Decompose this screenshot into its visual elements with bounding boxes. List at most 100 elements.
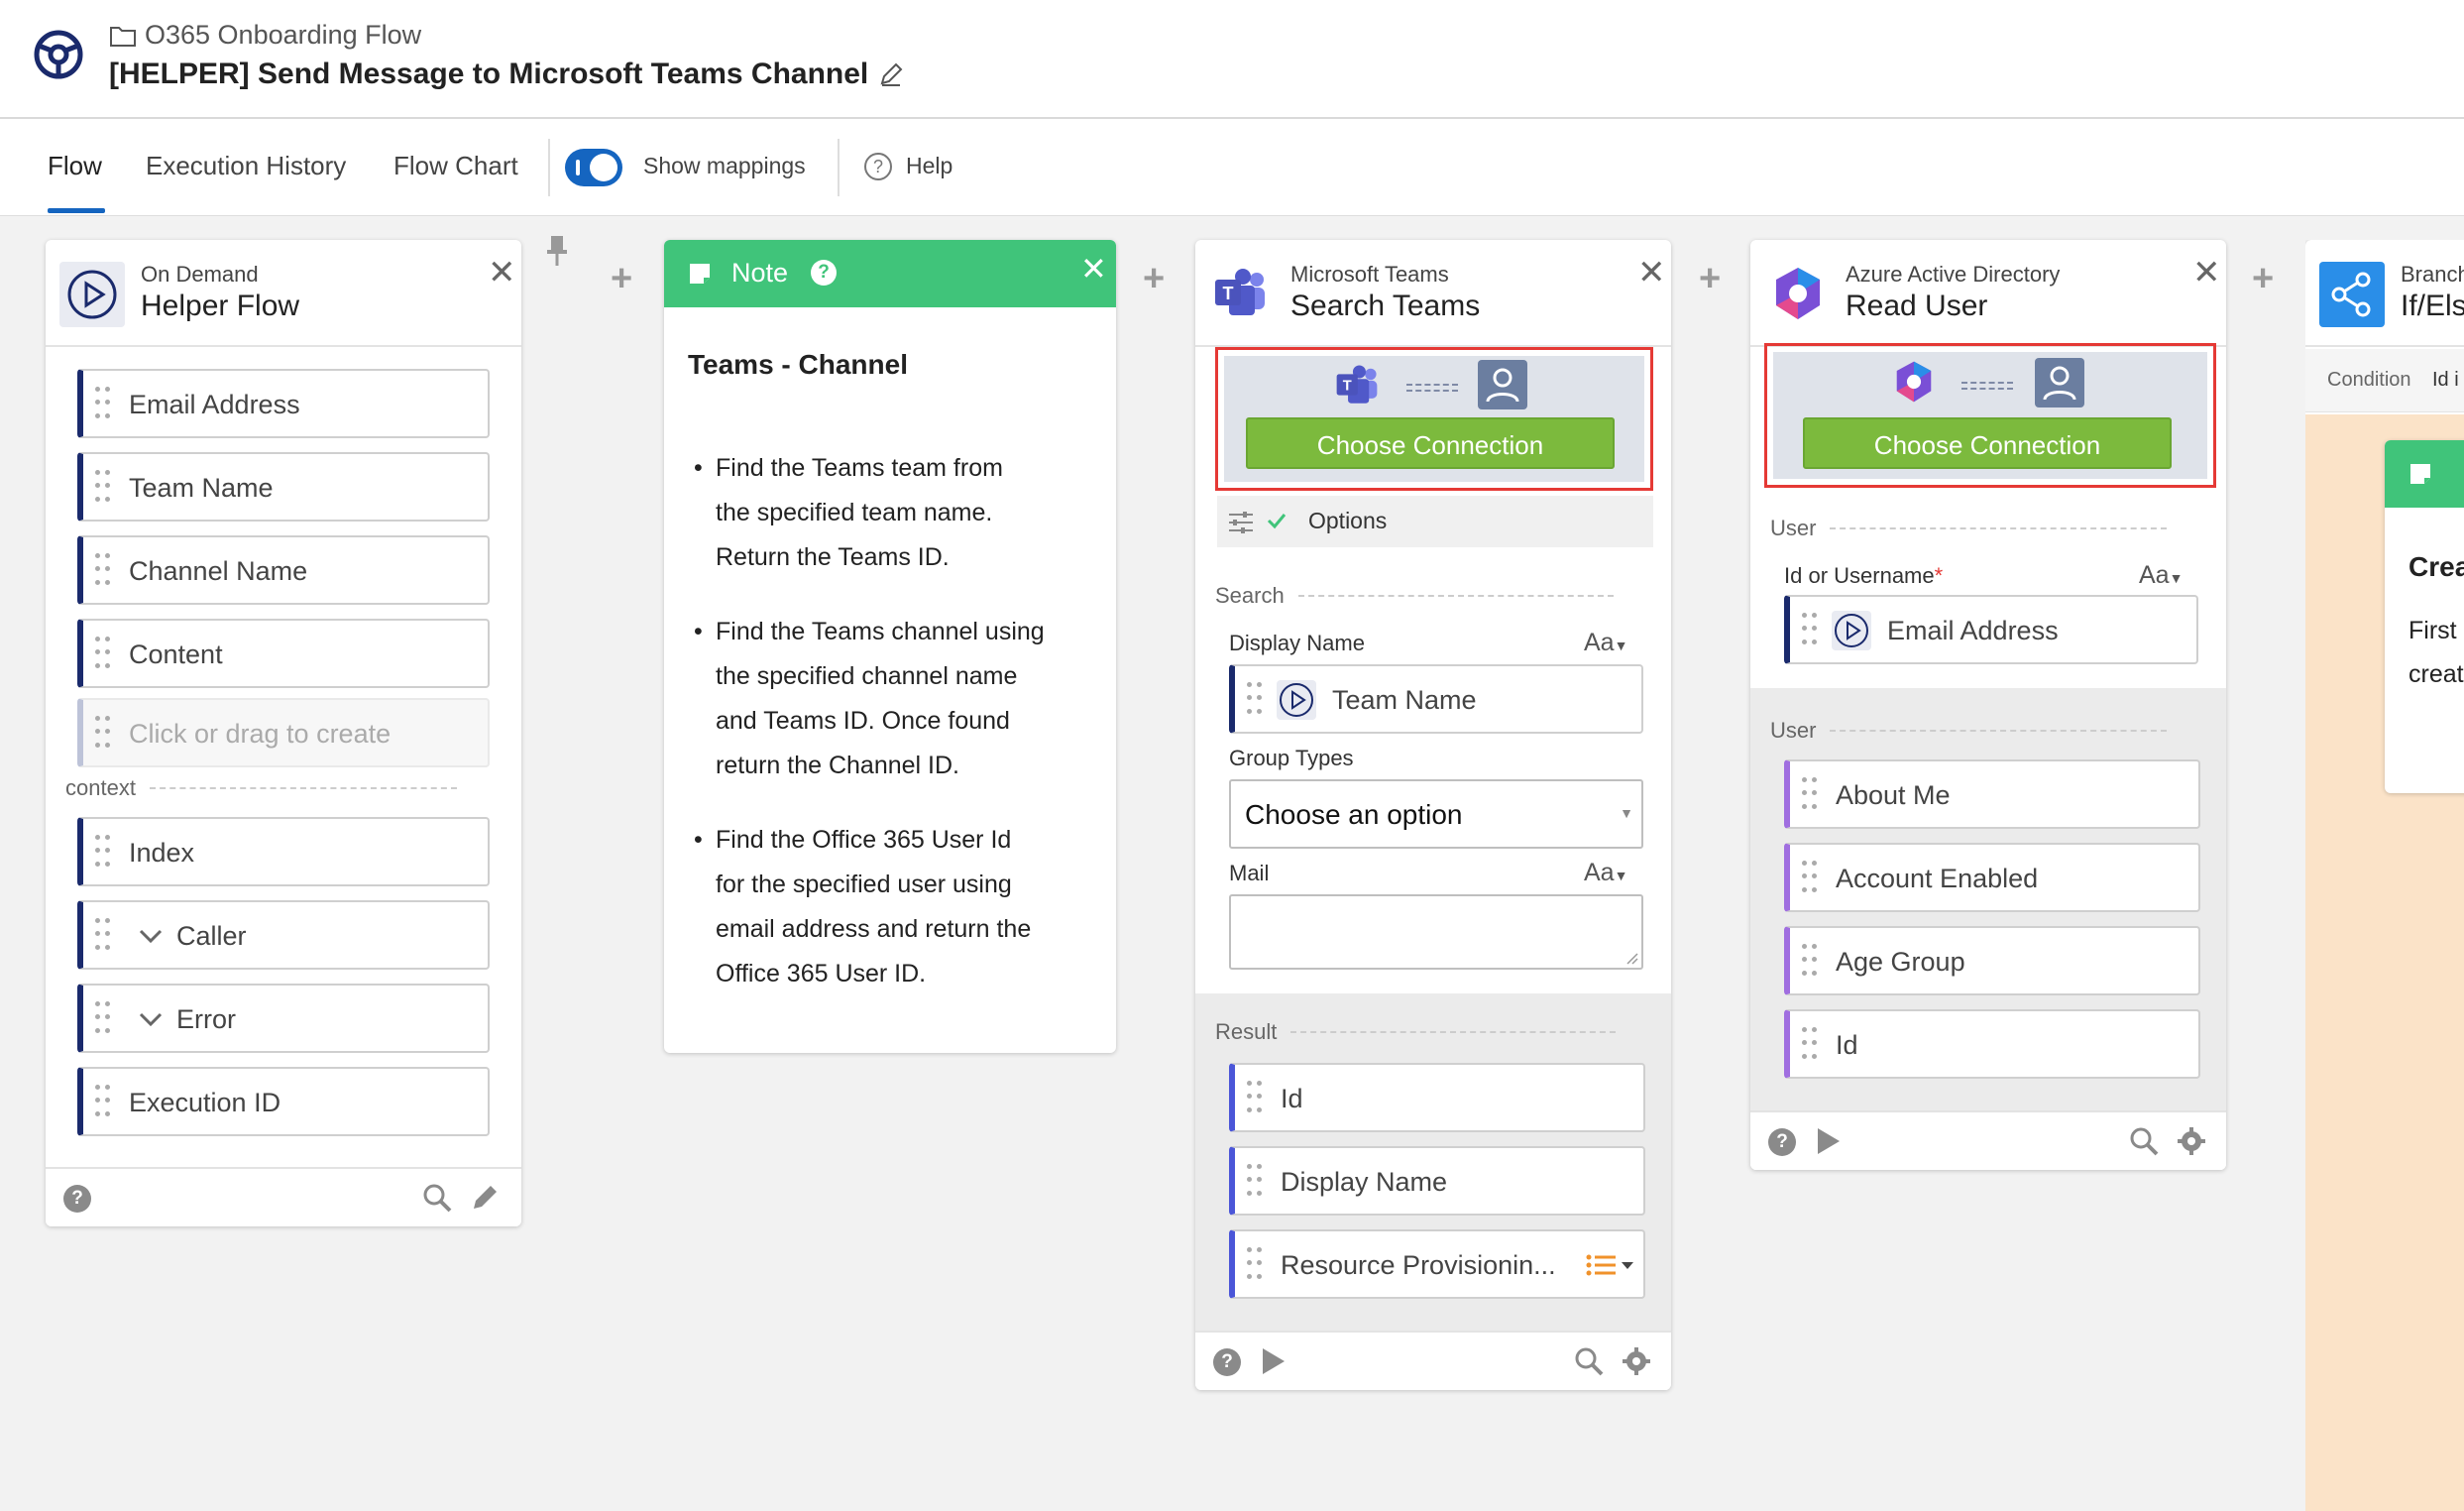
output-field[interactable]: Account Enabled <box>1784 843 2200 912</box>
note-bullet: • Find the Teams team from the specified… <box>694 446 1102 580</box>
close-icon[interactable]: ✕ <box>1637 256 1666 290</box>
context-field[interactable]: Execution ID <box>77 1067 490 1136</box>
drag-handle-icon[interactable] <box>1802 1027 1818 1063</box>
display-name-field[interactable]: Team Name <box>1229 664 1643 734</box>
nested-note-header <box>2385 440 2464 508</box>
mail-textarea[interactable] <box>1229 894 1643 970</box>
pin-icon[interactable] <box>543 234 571 268</box>
note-icon <box>690 264 710 284</box>
output-field[interactable]: About Me <box>1784 759 2200 829</box>
help-icon[interactable]: ? <box>811 260 837 286</box>
note-line: Office 365 User ID. <box>716 960 927 988</box>
add-step-icon[interactable]: + <box>1699 260 1721 297</box>
drag-handle-icon[interactable] <box>1802 777 1818 813</box>
close-icon[interactable]: ✕ <box>488 256 516 290</box>
chevron-down-icon[interactable] <box>139 1011 163 1027</box>
branch-icon-box <box>2319 262 2385 327</box>
settings-gear-icon[interactable] <box>1622 1346 1651 1376</box>
tab-flow[interactable]: Flow <box>48 151 102 181</box>
azure-ad-icon <box>1776 268 1820 319</box>
show-mappings-label[interactable]: Show mappings <box>643 153 806 179</box>
drag-handle-icon[interactable] <box>95 1001 111 1037</box>
search-icon[interactable] <box>2129 1126 2159 1156</box>
on-demand-card: On Demand Helper Flow ✕ Email Address Te… <box>46 240 521 1226</box>
sliders-icon <box>1229 512 1253 533</box>
condition-value: Id i <box>2432 369 2459 391</box>
page-title-text: [HELPER] Send Message to Microsoft Teams… <box>109 58 869 90</box>
drag-handle-icon[interactable] <box>1247 682 1263 718</box>
drag-handle-icon[interactable] <box>95 1085 111 1120</box>
drag-handle-icon[interactable] <box>95 637 111 672</box>
condition-row[interactable]: Condition Id i <box>2305 349 2464 412</box>
list-type-icon[interactable] <box>1586 1253 1635 1277</box>
app-logo-icon[interactable] <box>32 28 85 81</box>
tab-flow-chart[interactable]: Flow Chart <box>393 151 518 181</box>
add-step-icon[interactable]: + <box>611 260 632 297</box>
group-types-select[interactable]: Choose an option ▼ <box>1229 779 1643 849</box>
options-row[interactable]: Options <box>1217 496 1653 547</box>
context-field[interactable]: Index <box>77 817 490 886</box>
search-icon[interactable] <box>1574 1346 1604 1376</box>
drag-handle-icon[interactable] <box>95 918 111 954</box>
chevron-down-icon[interactable] <box>139 928 163 944</box>
drag-handle-icon[interactable] <box>1247 1081 1263 1116</box>
result-field[interactable]: Id <box>1229 1063 1645 1132</box>
edit-pencil-icon[interactable] <box>878 61 904 87</box>
input-field[interactable]: Team Name <box>77 452 490 522</box>
text-type-dropdown[interactable]: Aa▼ <box>2139 561 2183 590</box>
settings-gear-icon[interactable] <box>2177 1126 2206 1156</box>
help-icon[interactable]: ? <box>63 1185 91 1213</box>
close-icon[interactable]: ✕ <box>1080 250 1107 288</box>
help-icon[interactable]: ? <box>1768 1128 1796 1156</box>
drag-handle-icon[interactable] <box>95 387 111 422</box>
output-field[interactable]: Age Group <box>1784 926 2200 995</box>
help-icon[interactable]: ? <box>1213 1348 1241 1376</box>
choose-connection-button[interactable]: Choose Connection <box>1803 417 2172 469</box>
add-step-icon[interactable]: + <box>2252 260 2274 297</box>
search-icon[interactable] <box>422 1183 452 1213</box>
breadcrumb[interactable]: O365 Onboarding Flow <box>109 20 421 51</box>
drag-handle-icon[interactable] <box>95 553 111 589</box>
drag-handle-icon <box>95 716 111 752</box>
result-field[interactable]: Resource Provisionin... <box>1229 1229 1645 1299</box>
output-field[interactable]: Id <box>1784 1009 2200 1079</box>
drag-handle-icon[interactable] <box>1802 861 1818 896</box>
field-label: Id <box>1281 1084 1303 1113</box>
drag-handle-icon[interactable] <box>1247 1247 1263 1283</box>
close-icon[interactable]: ✕ <box>2192 256 2221 290</box>
field-label: Execution ID <box>129 1088 281 1117</box>
drag-handle-icon[interactable] <box>1802 944 1818 980</box>
id-or-username-field[interactable]: Email Address <box>1784 595 2198 664</box>
help-icon[interactable]: ? <box>864 153 892 180</box>
drag-handle-icon[interactable] <box>1247 1164 1263 1200</box>
context-field[interactable]: Caller <box>77 900 490 970</box>
tab-divider <box>548 139 550 196</box>
result-field[interactable]: Display Name <box>1229 1146 1645 1216</box>
context-field[interactable]: Error <box>77 984 490 1053</box>
drag-handle-icon[interactable] <box>95 470 111 506</box>
section-label-text: User <box>1770 718 1817 743</box>
user-avatar-icon <box>1478 360 1527 409</box>
input-field[interactable]: Content <box>77 619 490 688</box>
create-field-placeholder[interactable]: Click or drag to create <box>77 698 490 767</box>
drag-handle-icon[interactable] <box>1802 613 1818 648</box>
input-field[interactable]: Channel Name <box>77 535 490 605</box>
show-mappings-toggle[interactable] <box>565 149 622 186</box>
run-play-icon[interactable] <box>1814 1126 1844 1156</box>
card-subtitle: Azure Active Directory <box>1846 262 2061 287</box>
text-type-dropdown[interactable]: Aa▼ <box>1584 629 1627 657</box>
drag-handle-icon[interactable] <box>95 835 111 871</box>
help-link[interactable]: Help <box>906 153 952 179</box>
field-label: Content <box>129 639 223 669</box>
section-label-text: Result <box>1215 1019 1278 1044</box>
edit-pencil-icon[interactable] <box>470 1183 500 1213</box>
add-step-icon[interactable]: + <box>1143 260 1165 297</box>
resize-handle-icon[interactable] <box>1625 952 1639 966</box>
run-play-icon[interactable] <box>1259 1346 1288 1376</box>
input-field[interactable]: Email Address <box>77 369 490 438</box>
choose-connection-button[interactable]: Choose Connection <box>1246 417 1615 469</box>
text-type-dropdown[interactable]: Aa▼ <box>1584 859 1627 887</box>
folder-icon <box>110 26 136 47</box>
note-line: the specified channel name <box>716 662 1018 690</box>
tab-execution-history[interactable]: Execution History <box>146 151 346 181</box>
